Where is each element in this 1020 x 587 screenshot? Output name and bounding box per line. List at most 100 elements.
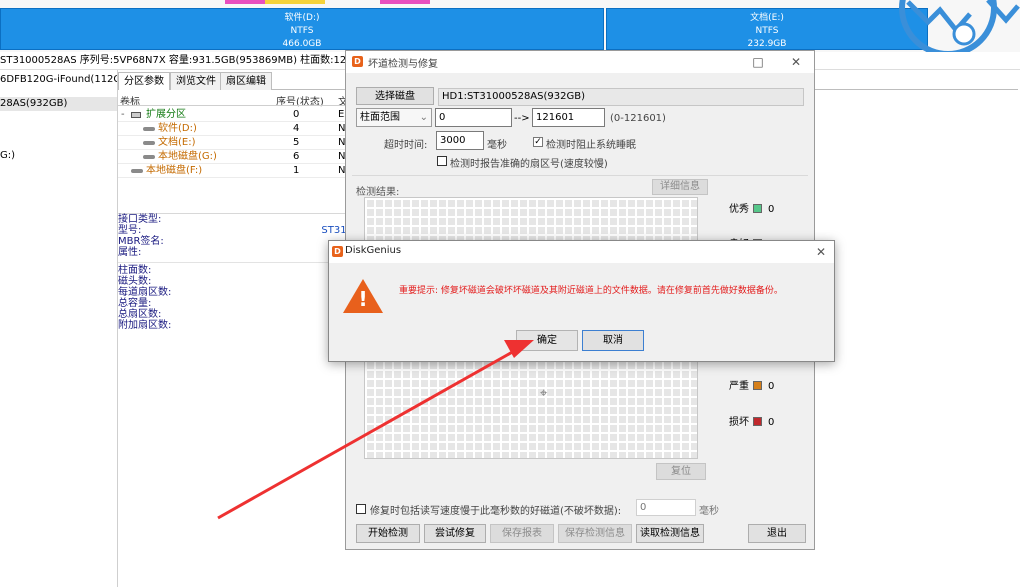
prop-total-capacity: 总容量:: [118, 298, 152, 309]
properties-panel: 接口类型: 型号: ST310 MBR签名: 属性: 柱面数: 磁头数: 每道扇区…: [118, 213, 353, 587]
partition-fs: NTFS: [290, 26, 314, 36]
start-scan-button[interactable]: 开始检测: [356, 524, 420, 543]
prop-cylinders: 柱面数:: [118, 265, 152, 276]
prevent-sleep-checkbox[interactable]: ✓: [533, 137, 543, 147]
watermark-logo-icon: [878, 0, 1020, 52]
partition-index: 5: [293, 137, 300, 148]
tab-sector-edit[interactable]: 扇区编辑: [220, 72, 272, 90]
table-row[interactable]: 软件(D:) 4 N: [118, 122, 350, 136]
partition-icon: [143, 141, 155, 145]
table-row[interactable]: 本地磁盘(F:) 1 N: [118, 164, 350, 178]
legend-label: 损坏: [729, 417, 749, 428]
load-scan-info-button[interactable]: 读取检测信息: [636, 524, 704, 543]
partition-index: 0: [293, 109, 300, 120]
divider: [352, 175, 808, 176]
tab-browse-files[interactable]: 浏览文件: [170, 72, 222, 90]
partition-name: 本地磁盘(F:): [146, 165, 203, 176]
window-title: 坏道检测与修复: [368, 59, 438, 70]
legend-count: 0: [768, 417, 775, 428]
repair-ms-unit: 毫秒: [699, 506, 719, 517]
partition-name: 本地磁盘(G:): [158, 151, 217, 162]
confirm-dialog: D DiskGenius ✕ ! 重要提示: 修复坏磁道会破坏坏磁道及其附近磁道…: [328, 240, 835, 362]
prop-sectors-per-track: 每道扇区数:: [118, 287, 172, 298]
partition-color-strip: [265, 0, 325, 4]
repair-ms-input[interactable]: 0: [636, 499, 696, 516]
report-sector-checkbox[interactable]: [437, 156, 447, 166]
collapse-icon[interactable]: -: [121, 108, 125, 122]
close-icon[interactable]: ✕: [788, 54, 804, 70]
select-disk-button[interactable]: 选择磁盘: [356, 87, 434, 105]
prop-heads: 磁头数:: [118, 276, 152, 287]
legend-excellent: 优秀 0: [729, 200, 774, 215]
table-row[interactable]: 文档(E:) 5 N: [118, 136, 350, 150]
report-sector-label: 检测时报告准确的扇区号(速度较慢): [450, 159, 608, 170]
partition-name: 软件(D:): [284, 13, 320, 23]
partition-name: 软件(D:): [158, 123, 197, 134]
legend-count: 0: [768, 204, 775, 215]
partition-icon: [143, 127, 155, 131]
partition-icon: [131, 169, 143, 173]
diskgenius-app-icon: D: [332, 246, 343, 257]
tree-item-partition-g[interactable]: G:): [0, 149, 117, 163]
save-scan-info-button[interactable]: 保存检测信息: [558, 524, 632, 543]
mouse-cursor-icon: ⌖: [540, 386, 548, 401]
partition-block-d[interactable]: 软件(D:) NTFS 466.0GB: [0, 8, 604, 50]
partition-icon: [143, 155, 155, 159]
dialog-titlebar[interactable]: D DiskGenius ✕: [329, 241, 834, 263]
divider: [118, 258, 350, 263]
prop-model-label: 型号:: [118, 225, 142, 236]
table-row[interactable]: 本地磁盘(G:) 6 N: [118, 150, 350, 164]
range-arrow: -->: [514, 113, 530, 124]
partition-color-strip: [380, 0, 430, 4]
maximize-icon[interactable]: □: [750, 54, 766, 70]
range-end-input[interactable]: 121601: [532, 108, 605, 127]
timeout-unit: 毫秒: [487, 140, 507, 151]
prop-total-sectors: 总扇区数:: [118, 309, 162, 320]
try-repair-button[interactable]: 尝试修复: [424, 524, 486, 543]
range-type-select[interactable]: 柱面范围 ⌄: [356, 108, 432, 127]
cancel-button[interactable]: 取消: [582, 330, 644, 351]
disk-icon: [131, 112, 141, 118]
partition-name: 扩展分区: [146, 109, 186, 120]
timeout-label: 超时时间:: [384, 140, 428, 151]
timeout-input[interactable]: 3000: [436, 131, 484, 150]
legend-severe: 严重 0: [729, 377, 774, 392]
save-report-button[interactable]: 保存报表: [490, 524, 554, 543]
results-label: 检测结果:: [356, 187, 400, 198]
tab-partition-params[interactable]: 分区参数: [118, 72, 170, 90]
prop-attributes: 属性:: [118, 247, 142, 258]
tree-item-disk1[interactable]: 28AS(932GB): [0, 97, 117, 111]
exit-button[interactable]: 退出: [748, 524, 806, 543]
range-start-input[interactable]: 0: [435, 108, 512, 127]
legend-swatch: [753, 381, 762, 390]
dialog-title: DiskGenius: [345, 245, 402, 256]
legend-count: 0: [768, 381, 775, 392]
prevent-sleep-label: 检测时阻止系统睡眠: [546, 140, 636, 151]
partition-index: 1: [293, 165, 300, 176]
reset-button[interactable]: 复位: [656, 463, 706, 480]
warning-exclamation: !: [358, 287, 368, 311]
close-icon[interactable]: ✕: [813, 244, 829, 260]
repair-slow-track-checkbox[interactable]: [356, 504, 366, 514]
header-divider: [118, 105, 350, 106]
partition-index: 4: [293, 123, 300, 134]
range-type-value: 柱面范围: [360, 112, 400, 123]
ok-button[interactable]: 确定: [516, 330, 578, 351]
disk-tree-panel: 6DFB120G-iFound(112G 28AS(932GB) G:): [0, 70, 118, 587]
prop-model: 型号: ST310: [118, 225, 353, 236]
disk-partition-bar: 软件(D:) NTFS 466.0GB 文档(E:) NTFS 232.9GB: [0, 0, 1020, 52]
chevron-down-icon: ⌄: [419, 112, 428, 123]
prop-extra-sectors: 附加扇区数:: [118, 320, 172, 331]
window-titlebar[interactable]: D 坏道检测与修复 □ ✕: [346, 51, 814, 73]
repair-slow-track-label: 修复时包括读写速度慢于此毫秒数的好磁道(不破坏数据):: [370, 506, 622, 517]
dialog-message: 重要提示: 修复坏磁道会破坏坏磁道及其附近磁道上的文件数据。请在修复前首先做好数…: [399, 286, 783, 296]
prop-interface-type: 接口类型:: [118, 214, 162, 225]
partition-table: 卷标 序号(状态) 文 - 扩展分区 0 EX 软件(D:) 4 N 文档(E:…: [118, 91, 351, 209]
details-button[interactable]: 详细信息: [652, 179, 708, 195]
prop-mbr-signature: MBR签名:: [118, 236, 164, 247]
table-row[interactable]: - 扩展分区 0 EX: [118, 108, 351, 122]
tree-item-disk0[interactable]: 6DFB120G-iFound(112G: [0, 73, 117, 87]
partition-name: 文档(E:): [158, 137, 196, 148]
partition-index: 6: [293, 151, 300, 162]
legend-swatch: [753, 417, 762, 426]
